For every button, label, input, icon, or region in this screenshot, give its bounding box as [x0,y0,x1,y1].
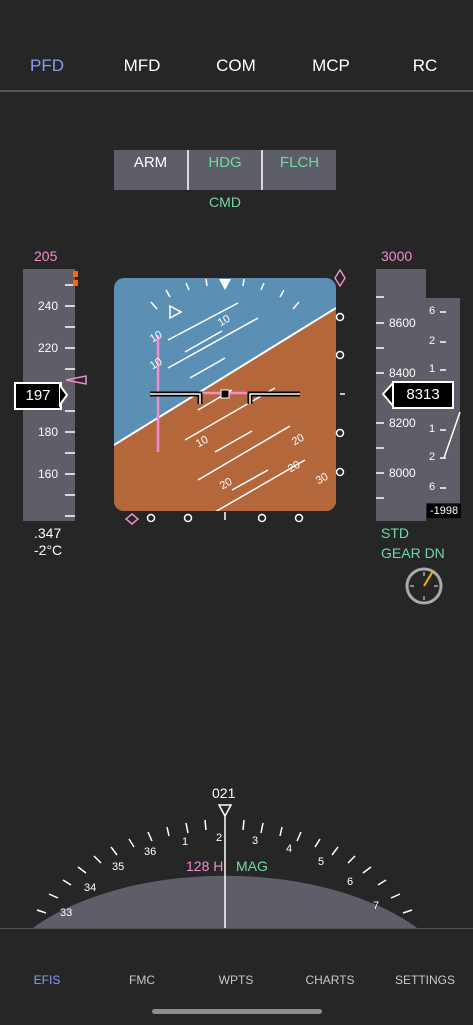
vs-label-6-down: 6 [429,481,436,493]
compass-label-34: 34 [84,882,97,894]
speed-tick-180: 180 [38,425,59,439]
alt-tick-8600: 8600 [389,316,416,330]
nav-efis-label: EFIS [33,973,61,987]
mach-number: .347 [34,525,62,541]
compass-label-3: 3 [252,835,259,847]
nav-fmc-label: FMC [129,973,155,987]
compass-label-33: 33 [60,907,73,919]
heading-pointer [217,804,233,818]
current-heading: 021 [212,785,236,801]
compass-label-2: 2 [216,832,223,844]
nav-settings-label: SETTINGS [394,973,455,987]
nav-wpts-label: WPTS [218,973,254,987]
heading-reference: MAG [236,858,268,874]
home-indicator[interactable] [152,1009,322,1014]
alt-tick-8400: 8400 [389,366,416,380]
current-altitude-box: 8313 [392,381,454,409]
vs-label-6-up: 6 [429,305,436,317]
selected-heading: 128 H [186,858,224,874]
gauge-needle [423,570,434,587]
compass-label-4: 4 [286,843,293,855]
overspeed-marker-2 [73,280,78,286]
nav-charts-label: CHARTS [305,973,355,987]
vs-label-2-up: 2 [429,335,436,347]
nav-fmc[interactable]: FMC [95,969,189,987]
speed-tick-240: 240 [38,299,59,313]
glideslope-diamond [124,513,140,525]
nav-wpts[interactable]: WPTS [189,969,283,987]
compass-label-6: 6 [347,876,354,888]
outside-air-temp: -2°C [34,542,63,558]
vs-label-2-down: 2 [429,451,436,463]
nav-charts[interactable]: CHARTS [283,969,377,987]
aircraft-center [220,389,230,399]
nav-efis[interactable]: EFIS [0,969,94,987]
compass-label-1: 1 [182,836,189,848]
alt-tick-8200: 8200 [389,416,416,430]
speed-tick-220: 220 [38,341,59,355]
baro-setting: STD [381,525,409,541]
selected-altitude: 3000 [381,248,413,264]
compass-label-5: 5 [318,856,325,868]
nav-settings[interactable]: SETTINGS [378,969,472,987]
gear-status: GEAR DN [381,545,445,561]
compass-label-7: 7 [373,900,380,912]
current-speed-box: 197 [14,382,62,410]
compass-label-35: 35 [112,861,125,873]
speed-box-pointer [59,384,69,408]
compass-label-36: 36 [144,846,157,858]
vs-label-1-down: 1 [429,423,436,435]
vs-label-1-up: 1 [429,363,436,375]
alt-tick-8000: 8000 [389,466,416,480]
vs-readout: -1998 [427,504,462,518]
overspeed-marker [73,271,78,277]
localizer-diamond [334,268,346,288]
speed-tick-160: 160 [38,467,59,481]
